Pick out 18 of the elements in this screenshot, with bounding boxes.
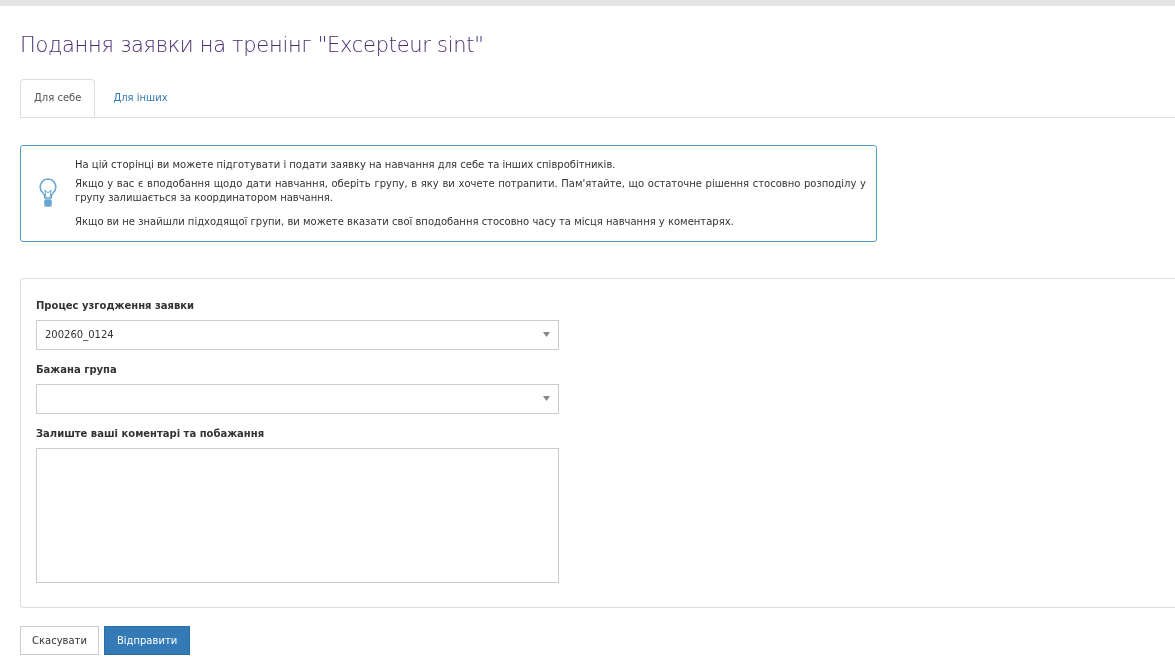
field-label: Бажана група	[36, 362, 118, 377]
info-text: Якщо ви не знайшли підходящої групи, ви можете вказати свої вподобання стосовно часу та місця навчання у коментарях.	[75, 214, 735, 229]
field-label: Залиште ваші коментарі та побажання	[36, 426, 266, 441]
field-label: Процес узгодження заявки	[36, 298, 196, 313]
lightbulb-icon	[38, 177, 58, 209]
cancel-button[interactable]: Скасувати	[20, 625, 99, 655]
select-value: 200260_0124	[45, 328, 114, 342]
info-text: На цій сторінці ви можете підготувати і подати заявку на навчання для себе та інших співробітників.	[75, 157, 617, 172]
submit-button[interactable]: Відправити	[103, 625, 191, 655]
caret-icon	[543, 332, 550, 337]
tab[interactable]: Для себе	[20, 78, 96, 117]
select-field[interactable]	[36, 383, 559, 414]
info-text: Якщо у вас є вподобання щодо дати навчання, оберіть групу, в яку ви хочете потрапити. Пам'ятайте, що остаточне рішення стосовно розподілу у групу залишається за координатором навчання.	[75, 176, 866, 205]
comment-field[interactable]	[36, 447, 559, 583]
page-title: Подання заявки на тренінг "Excepteur sint"	[20, 32, 485, 59]
tab[interactable]: Для інших	[95, 78, 186, 117]
select-field[interactable]: 200260_0124	[36, 319, 559, 350]
caret-icon	[543, 396, 550, 401]
